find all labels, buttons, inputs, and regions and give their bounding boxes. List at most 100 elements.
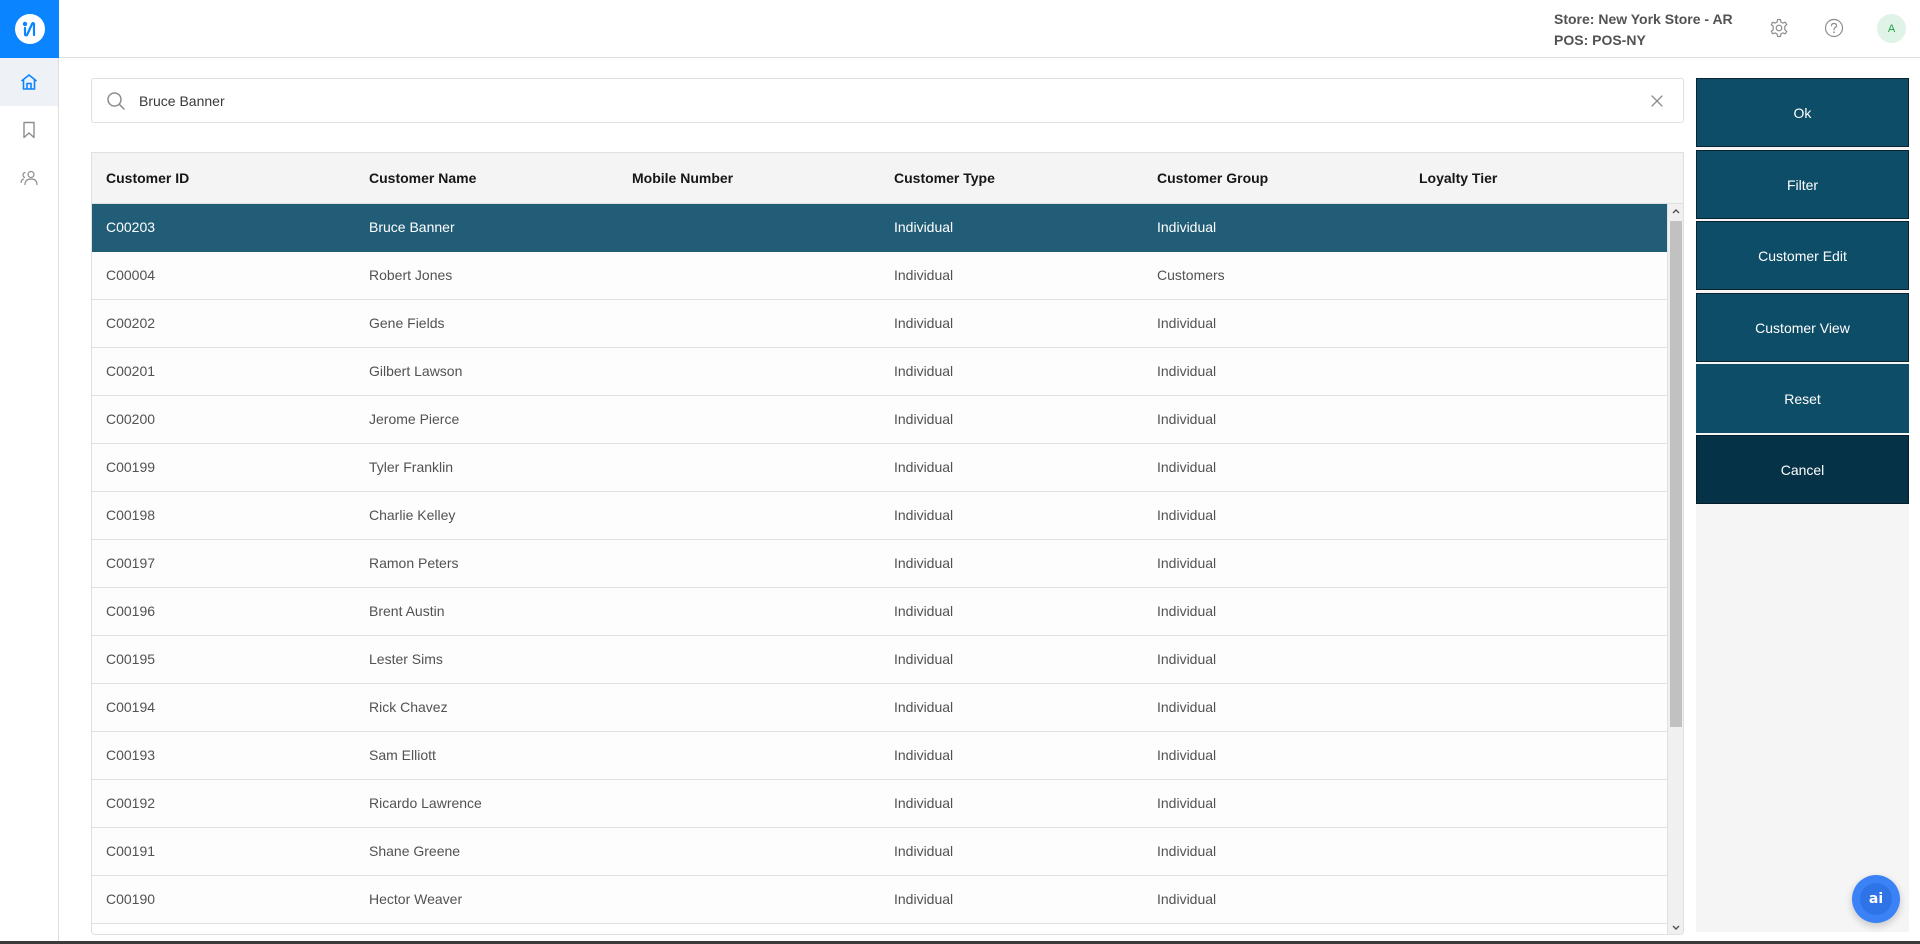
users-icon [20, 170, 38, 186]
cell-customer-group: Individual [1157, 219, 1217, 235]
table-row[interactable]: C00193 Sam Elliott Individual Individual [92, 732, 1668, 780]
cell-customer-type: Individual [894, 219, 954, 235]
app-logo[interactable] [0, 0, 59, 58]
search-icon [107, 92, 125, 110]
cell-customer-type: Individual [894, 843, 954, 859]
cell-customer-name: Lester Sims [369, 651, 443, 667]
cell-customer-type: Individual [894, 459, 954, 475]
cell-customer-id: C00201 [106, 363, 156, 379]
scroll-up-button[interactable] [1668, 204, 1683, 218]
cell-customer-id: C00197 [106, 555, 156, 571]
customer-edit-button[interactable]: Customer Edit [1696, 221, 1909, 290]
cell-customer-group: Individual [1157, 363, 1217, 379]
column-header-loyalty-tier[interactable]: Loyalty Tier [1419, 153, 1497, 204]
column-header-customer-group[interactable]: Customer Group [1157, 153, 1268, 204]
sidebar-item-home[interactable] [0, 58, 58, 106]
table-row[interactable]: C00199 Tyler Franklin Individual Individual [92, 444, 1668, 492]
cell-customer-id: C00196 [106, 603, 156, 619]
column-header-customer-type[interactable]: Customer Type [894, 153, 995, 204]
cell-customer-group: Individual [1157, 891, 1217, 907]
table-row[interactable]: C00190 Hector Weaver Individual Individual [92, 876, 1668, 924]
cell-customer-name: Robert Jones [369, 267, 453, 283]
help-button[interactable] [1821, 15, 1847, 41]
table-row[interactable]: C00200 Jerome Pierce Individual Individual [92, 396, 1668, 444]
cell-customer-group: Individual [1157, 459, 1217, 475]
cell-customer-type: Individual [894, 651, 954, 667]
store-label: Store: New York Store - AR [1554, 11, 1733, 27]
cell-customer-group: Individual [1157, 555, 1217, 571]
cell-customer-group: Individual [1157, 747, 1217, 763]
column-header-mobile-number[interactable]: Mobile Number [632, 153, 733, 204]
cell-customer-group: Individual [1157, 843, 1217, 859]
table-row[interactable]: C00196 Brent Austin Individual Individual [92, 588, 1668, 636]
ok-button[interactable]: Ok [1696, 78, 1909, 147]
pos-label: POS: POS-NY [1554, 32, 1646, 48]
scroll-thumb[interactable] [1670, 221, 1682, 727]
settings-button[interactable] [1766, 15, 1792, 41]
user-avatar[interactable]: A [1877, 14, 1906, 43]
table-row[interactable]: C00004 Robert Jones Individual Customers [92, 252, 1668, 300]
cell-customer-name: Bruce Banner [369, 219, 455, 235]
sidebar-item-customers[interactable] [0, 154, 58, 202]
action-panel: Ok Filter Customer Edit Customer View Re… [1696, 78, 1909, 932]
top-header: Store: New York Store - AR POS: POS-NY A [59, 0, 1920, 58]
table-row[interactable]: C00202 Gene Fields Individual Individual [92, 300, 1668, 348]
cell-customer-type: Individual [894, 555, 954, 571]
cell-customer-id: C00192 [106, 795, 156, 811]
cell-customer-type: Individual [894, 603, 954, 619]
column-header-customer-name[interactable]: Customer Name [369, 153, 476, 204]
cell-customer-type: Individual [894, 891, 954, 907]
reset-button[interactable]: Reset [1696, 364, 1909, 433]
cell-customer-type: Individual [894, 699, 954, 715]
store-info: Store: New York Store - AR POS: POS-NY [1554, 9, 1733, 51]
ai-assistant-button[interactable]: ai [1852, 875, 1900, 923]
customer-table: Customer ID Customer Name Mobile Number … [91, 152, 1684, 935]
cell-customer-id: C00193 [106, 747, 156, 763]
search-input[interactable] [139, 79, 1619, 122]
cell-customer-id: C00200 [106, 411, 156, 427]
gear-icon [1770, 18, 1788, 38]
table-header: Customer ID Customer Name Mobile Number … [92, 153, 1683, 204]
cell-customer-type: Individual [894, 363, 954, 379]
table-row[interactable]: C00197 Ramon Peters Individual Individual [92, 540, 1668, 588]
filter-button[interactable]: Filter [1696, 150, 1909, 219]
table-row[interactable]: C00192 Ricardo Lawrence Individual Individu… [92, 780, 1668, 828]
table-scrollbar[interactable] [1667, 204, 1683, 934]
logo-icon [14, 14, 45, 44]
table-row[interactable]: C00203 Bruce Banner Individual Individual [92, 204, 1668, 252]
help-icon [1824, 18, 1844, 38]
table-row[interactable]: C00201 Gilbert Lawson Individual Individual [92, 348, 1668, 396]
cell-customer-type: Individual [894, 315, 954, 331]
cell-customer-type: Individual [894, 795, 954, 811]
cell-customer-group: Individual [1157, 507, 1217, 523]
cell-customer-group: Individual [1157, 411, 1217, 427]
cell-customer-name: Rick Chavez [369, 699, 448, 715]
cell-customer-name: Hector Weaver [369, 891, 463, 907]
customer-view-button[interactable]: Customer View [1696, 293, 1909, 362]
cell-customer-name: Gene Fields [369, 315, 445, 331]
table-row[interactable]: C00194 Rick Chavez Individual Individual [92, 684, 1668, 732]
cell-customer-id: C00202 [106, 315, 156, 331]
table-row[interactable]: C00195 Lester Sims Individual Individual [92, 636, 1668, 684]
table-row[interactable]: C00191 Shane Greene Individual Individual [92, 828, 1668, 876]
column-header-customer-id[interactable]: Customer ID [106, 153, 189, 204]
cell-customer-type: Individual [894, 507, 954, 523]
cell-customer-name: Charlie Kelley [369, 507, 456, 523]
table-body: C00203 Bruce Banner Individual Individual C0… [92, 204, 1668, 934]
scroll-down-button[interactable] [1668, 921, 1683, 934]
sidebar-item-bookmarks[interactable] [0, 106, 58, 154]
table-row[interactable]: C00198 Charlie Kelley Individual Individual [92, 492, 1668, 540]
cell-customer-type: Individual [894, 411, 954, 427]
cancel-button[interactable]: Cancel [1696, 435, 1909, 504]
cell-customer-name: Jerome Pierce [369, 411, 460, 427]
cell-customer-group: Individual [1157, 699, 1217, 715]
ai-icon: ai [1860, 883, 1892, 915]
cell-customer-id: C00191 [106, 843, 156, 859]
cell-customer-type: Individual [894, 267, 954, 283]
cell-customer-name: Shane Greene [369, 843, 461, 859]
cell-customer-group: Individual [1157, 315, 1217, 331]
cell-customer-id: C00195 [106, 651, 156, 667]
cell-customer-name: Gilbert Lawson [369, 363, 463, 379]
cell-customer-group: Individual [1157, 651, 1217, 667]
clear-search-button[interactable] [1647, 91, 1667, 111]
